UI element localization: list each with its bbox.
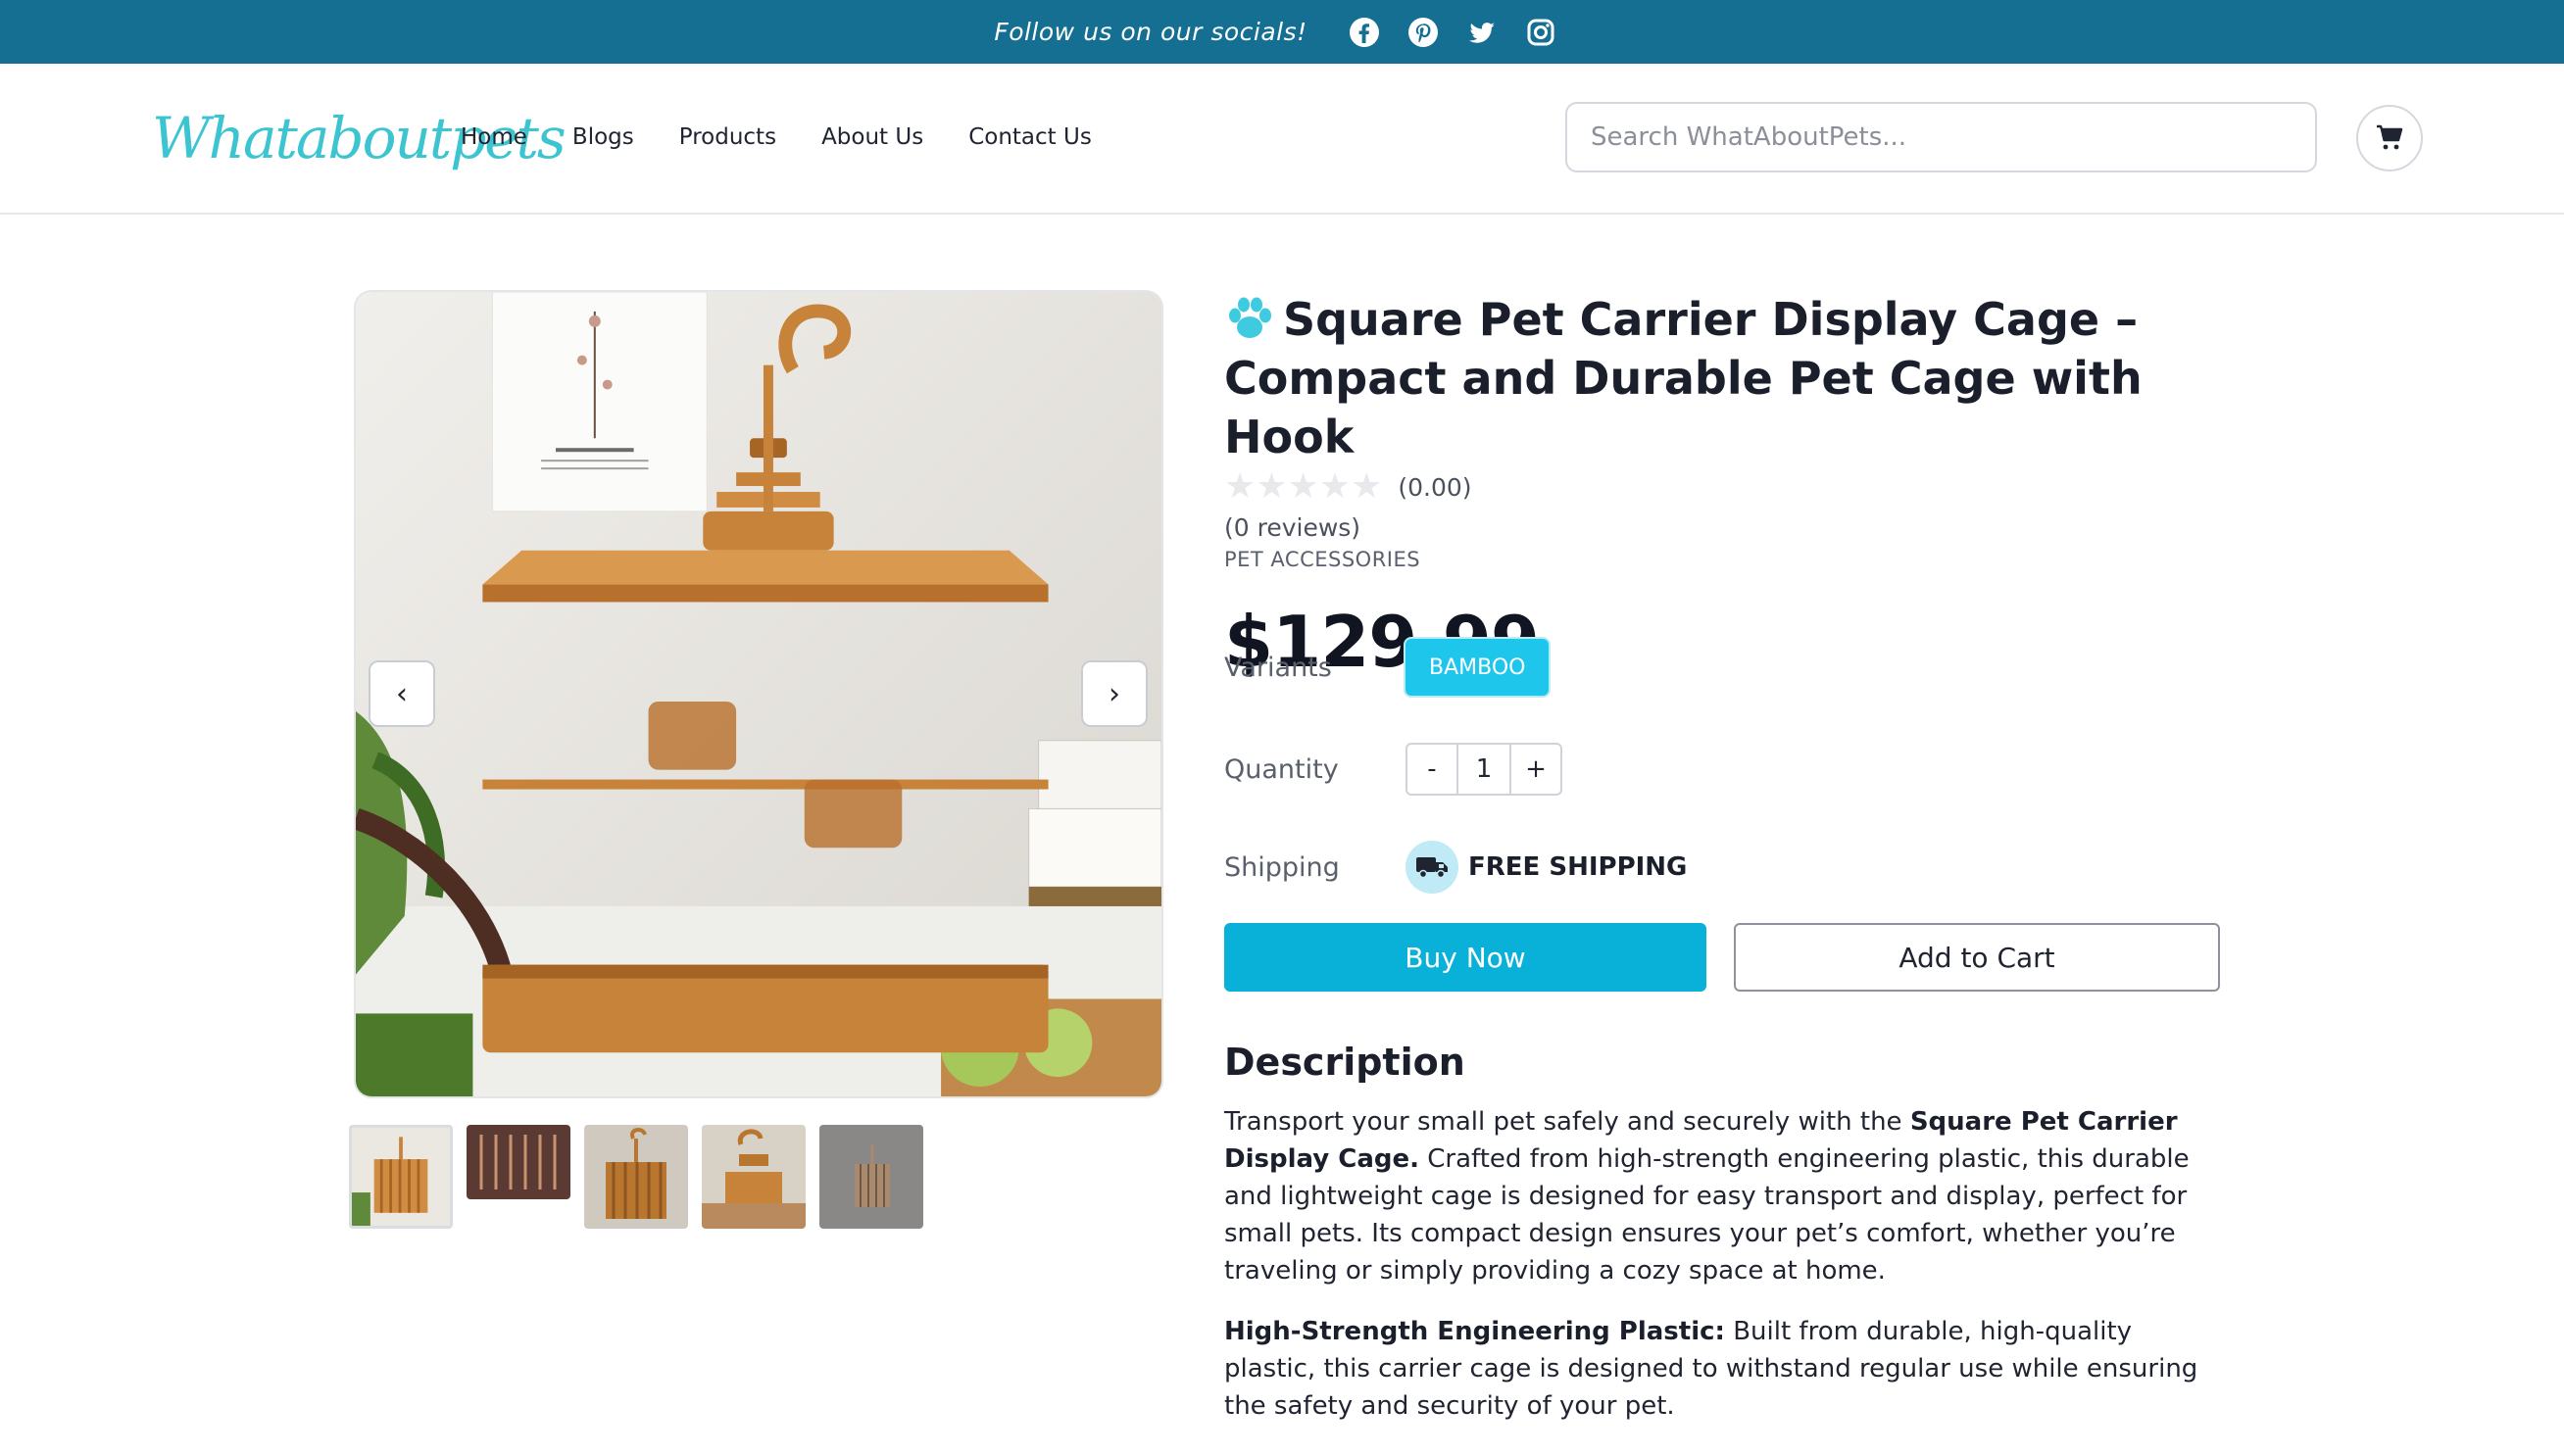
- truck-icon: [1405, 841, 1458, 894]
- star-rating: ★★★★★: [1224, 466, 1383, 507]
- buy-now-button[interactable]: Buy Now: [1224, 923, 1706, 992]
- nav-contact-us[interactable]: Contact Us: [968, 124, 1092, 150]
- thumbnail-strip: [349, 1125, 937, 1229]
- product-main-image: [354, 290, 1163, 1098]
- variants-label: Variants: [1224, 652, 1332, 683]
- nav-about-us[interactable]: About Us: [821, 124, 923, 150]
- twitter-icon[interactable]: [1465, 16, 1499, 49]
- title-row: Square Pet Carrier Display Cage – Compac…: [1224, 290, 2224, 466]
- review-count[interactable]: (0 reviews): [1224, 513, 2224, 542]
- quantity-decrease-button[interactable]: -: [1407, 745, 1456, 794]
- nav-blogs[interactable]: Blogs: [572, 124, 634, 150]
- rating-value: (0.00): [1398, 472, 1472, 502]
- description-heading: Description: [1224, 1041, 1465, 1084]
- thumbnail-4[interactable]: [702, 1125, 806, 1229]
- facebook-icon[interactable]: [1348, 16, 1381, 49]
- thumbnail-5[interactable]: [819, 1125, 923, 1229]
- main-nav: Home Blogs Products About Us Contact Us: [461, 124, 1137, 150]
- search-input[interactable]: [1565, 102, 2317, 172]
- prev-image-button[interactable]: ‹: [369, 660, 435, 727]
- shipping-row: Shipping FREE SHIPPING: [1224, 841, 1687, 894]
- next-image-button[interactable]: ›: [1081, 660, 1148, 727]
- whataboutpets-logo[interactable]: Whataboutpets: [152, 87, 567, 185]
- quantity-label: Quantity: [1224, 753, 1339, 785]
- rating-row: ★★★★★ (0.00): [1224, 466, 2224, 507]
- variants-row: Variants BAMBOO: [1224, 639, 1550, 696]
- quantity-increase-button[interactable]: +: [1511, 745, 1560, 794]
- description-paragraph-1: Transport your small pet safely and secu…: [1224, 1103, 2224, 1289]
- nav-home[interactable]: Home: [461, 124, 527, 150]
- cart-icon: [2377, 124, 2403, 150]
- instagram-icon[interactable]: [1524, 16, 1557, 49]
- thumbnail-1[interactable]: [349, 1125, 453, 1229]
- quantity-stepper: - 1 +: [1405, 743, 1562, 796]
- description-text: Transport your small pet safely and secu…: [1224, 1107, 1910, 1137]
- add-to-cart-button[interactable]: Add to Cart: [1734, 923, 2220, 992]
- shipping-value: FREE SHIPPING: [1468, 852, 1688, 882]
- quantity-row: Quantity - 1 +: [1224, 743, 1562, 796]
- pinterest-icon[interactable]: [1406, 16, 1440, 49]
- description-bold-text: High-Strength Engineering Plastic:: [1224, 1317, 1725, 1346]
- shipping-label: Shipping: [1224, 851, 1340, 883]
- quantity-input[interactable]: 1: [1456, 745, 1511, 794]
- thumbnail-2[interactable]: [467, 1125, 570, 1199]
- follow-text: Follow us on our socials!: [994, 18, 1307, 46]
- cart-button[interactable]: [2356, 105, 2423, 171]
- description-paragraph-2: High-Strength Engineering Plastic: Built…: [1224, 1313, 2224, 1425]
- variant-option-bamboo[interactable]: BAMBOO: [1405, 639, 1550, 696]
- product-title: Square Pet Carrier Display Cage – Compac…: [1224, 293, 2143, 463]
- product-category[interactable]: PET ACCESSORIES: [1224, 548, 2224, 571]
- thumbnail-3[interactable]: [584, 1125, 688, 1229]
- paw-icon: [1229, 297, 1271, 338]
- product-info: Square Pet Carrier Display Cage – Compac…: [1224, 290, 2224, 1421]
- social-bar: Follow us on our socials!: [0, 0, 2564, 64]
- stars-icon: ★★★★★: [1224, 466, 1383, 507]
- nav-products[interactable]: Products: [679, 124, 776, 150]
